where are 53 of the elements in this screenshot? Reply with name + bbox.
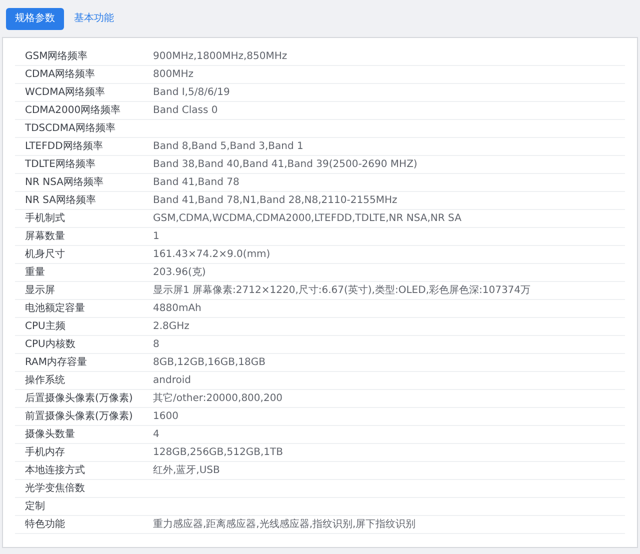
spec-value: 161.43×74.2×9.0(mm) [153,250,270,260]
spec-value: 800MHz [153,70,194,80]
spec-label: NR SA网络频率 [24,196,97,206]
spec-label: 后置摄像头像素(万像素) [24,394,134,404]
spec-value: GSM,CDMA,WCDMA,CDMA2000,LTEFDD,TDLTE,NR NSA,NR SA [153,214,462,224]
spec-value: 2.8GHz [153,322,190,332]
spec-value: 203.96(克) [153,268,206,278]
spec-label: TDLTE网络频率 [24,160,96,170]
spec-label: GSM网络频率 [24,52,89,62]
spec-label: RAM内存容量 [24,358,88,368]
spec-value: 其它/other:20000,800,200 [153,394,283,404]
spec-label: 手机内存 [24,448,66,458]
spec-value: Band Class 0 [153,106,218,116]
spec-label: 定制 [24,502,46,512]
spec-label: TDSCDMA网络频率 [24,124,116,134]
spec-value: 4 [153,430,160,440]
spec-label: 摄像头数量 [24,430,76,440]
spec-label: 屏幕数量 [24,232,66,242]
tab[interactable]: 规格参数 [6,8,64,30]
spec-value: Band 41,Band 78,N1,Band 28,N8,2110-2155MHz [153,196,398,206]
spec-value: 显示屏1 屏幕像素:2712×1220,尺寸:6.67(英寸),类型:OLED,彩色屏色深:107374万 [153,286,531,296]
spec-label: 机身尺寸 [24,250,66,260]
spec-label: 前置摄像头像素(万像素) [24,412,134,422]
spec-label: 电池额定容量 [24,304,86,314]
spec-label: 显示屏 [24,286,56,296]
spec-value: Band I,5/8/6/19 [153,88,230,98]
spec-value: 重力感应器,距离感应器,光线感应器,指纹识别,屏下指纹识别 [153,520,416,530]
spec-value: Band 41,Band 78 [153,178,240,188]
spec-value: 8 [153,340,160,350]
spec-value: 128GB,256GB,512GB,1TB [153,448,283,458]
spec-label: 操作系统 [24,376,66,386]
spec-value: 1 [153,232,160,242]
spec-value: 4880mAh [153,304,202,314]
spec-label: 特色功能 [24,520,66,530]
spec-label: 本地连接方式 [24,466,86,476]
spec-label: WCDMA网络频率 [24,88,106,98]
spec-label: CPU内核数 [24,340,76,350]
spec-value: Band 8,Band 5,Band 3,Band 1 [153,142,304,152]
spec-value: android [153,376,191,386]
spec-label: CDMA2000网络频率 [24,106,122,116]
spec-label: CPU主频 [24,322,66,332]
spec-label: LTEFDD网络频率 [24,142,104,152]
tab[interactable]: 基本功能 [72,8,116,30]
spec-label: NR NSA网络频率 [24,178,104,188]
spec-value: 8GB,12GB,16GB,18GB [153,358,266,368]
spec-label: CDMA网络频率 [24,70,96,80]
spec-label: 重量 [24,268,46,278]
spec-value: 900MHz,1800MHz,850MHz [153,52,288,62]
spec-value: 1600 [153,412,178,422]
spec-label: 光学变焦倍数 [24,484,86,494]
spec-value: 红外,蓝牙,USB [153,466,220,476]
spec-label: 手机制式 [24,214,66,224]
spec-value: Band 38,Band 40,Band 41,Band 39(2500-2690 MHZ) [153,160,418,170]
